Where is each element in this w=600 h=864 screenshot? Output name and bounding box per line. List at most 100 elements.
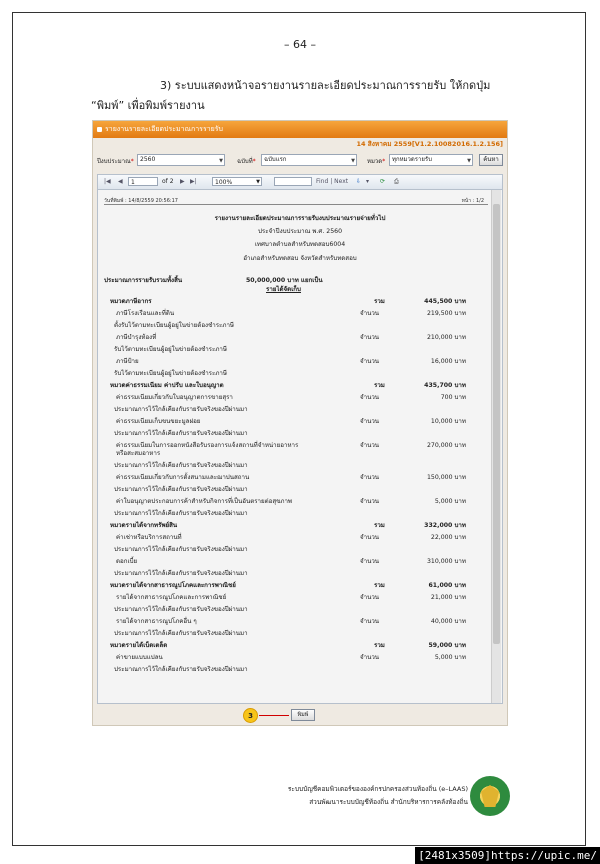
viewer-toolbar: |◀ ◀ 1 of 2 ▶ ▶| 100% ▼ Find | Next ⇩ ▾ ⟳… bbox=[98, 175, 502, 190]
row-amount: 310,000 บาท bbox=[426, 558, 466, 565]
row-amount: 219,500 บาท bbox=[426, 310, 466, 317]
item-name: ค่าธรรมเนียมเก็บขนขยะมูลฝอย bbox=[116, 418, 201, 425]
row-note: ประมาณการไว้ใกล้เคียงกับรายรับจริงของปีผ… bbox=[114, 570, 248, 577]
chevron-down-icon: ▼ bbox=[467, 158, 471, 164]
footer-system-name: ระบบบัญชีคอมพิวเตอร์ขององค์กรปกครองส่วนท… bbox=[287, 785, 468, 793]
printer-icon[interactable]: ⎙ bbox=[394, 177, 399, 187]
row-amount: 5,000 บาท bbox=[434, 498, 466, 505]
prev-page-icon[interactable]: ◀ bbox=[118, 177, 123, 187]
row-label: จำนวน bbox=[360, 442, 380, 449]
item-name: ค่าขายแบบแปลน bbox=[116, 654, 163, 661]
row-note: ตั้งรับไว้ตามทะเบียนผู้อยู่ในข่ายต้องชำร… bbox=[114, 322, 235, 329]
report-viewer: |◀ ◀ 1 of 2 ▶ ▶| 100% ▼ Find | Next ⇩ ▾ ⟳… bbox=[97, 174, 503, 704]
row-label: รวม bbox=[374, 642, 385, 649]
year-select[interactable]: 2560 ▼ bbox=[137, 154, 225, 166]
version-label: 14 สิงหาคม 2559[V1.2.10082016.1.2.156] bbox=[356, 140, 503, 148]
filter-bar: ปีงบประมาณ* 2560 ▼ ฉบับที่* ฉบับแรก ▼ หมวด… bbox=[97, 154, 503, 168]
row-amount: 270,000 บาท bbox=[426, 442, 466, 449]
garuda-emblem-icon bbox=[481, 785, 499, 807]
instruction-line-2: “พิมพ์” เพื่อพิมพ์รายงาน bbox=[91, 99, 205, 112]
department-logo bbox=[470, 776, 510, 816]
row-amount: 21,000 บาท bbox=[430, 594, 466, 601]
chevron-down-icon: ▼ bbox=[351, 158, 355, 164]
row-amount: 61,000 บาท bbox=[428, 582, 466, 589]
scroll-thumb[interactable] bbox=[493, 204, 500, 644]
row-amount: 435,700 บาท bbox=[424, 382, 466, 389]
row-amount: 16,000 บาท bbox=[430, 358, 466, 365]
row-label: จำนวน bbox=[360, 558, 380, 565]
item-name: ภาษีบำรุงท้องที่ bbox=[116, 334, 157, 341]
row-label: จำนวน bbox=[360, 654, 380, 661]
print-area: 3 พิมพ์ bbox=[97, 707, 503, 723]
window-title-bar: รายงานรายละเอียดประมาณการรายรับ bbox=[93, 121, 507, 138]
item-name: ค่าใบอนุญาตประกอบการค้าสำหรับกิจการที่เป… bbox=[116, 498, 293, 505]
chevron-down-icon: ▼ bbox=[256, 179, 260, 185]
row-amount: 59,000 บาท bbox=[428, 642, 466, 649]
print-button[interactable]: พิมพ์ bbox=[291, 709, 315, 721]
item-name: รายได้จากสาธารณูปโภคอื่น ๆ bbox=[116, 618, 197, 625]
total-value: 50,000,000 บาท แยกเป็น bbox=[246, 277, 323, 284]
row-label: จำนวน bbox=[360, 358, 380, 365]
row-amount: 5,000 บาท bbox=[434, 654, 466, 661]
category-name: หมวดค่าธรรมเนียม ค่าปรับ และใบอนุญาต bbox=[110, 382, 224, 389]
category-select[interactable]: ทุกหมวดรายรับ ▼ bbox=[389, 154, 473, 166]
item-name: ดอกเบี้ย bbox=[116, 558, 138, 565]
row-note: ประมาณการไว้ใกล้เคียงกับรายรับจริงของปีผ… bbox=[114, 486, 248, 493]
row-note: ประมาณการไว้ใกล้เคียงกับรายรับจริงของปีผ… bbox=[114, 666, 248, 673]
row-note: ประมาณการไว้ใกล้เคียงกับรายรับจริงของปีผ… bbox=[114, 606, 248, 613]
callout-arrow bbox=[259, 715, 289, 716]
report-org: เทศบาลตำบลสำหรับทดสอบ6004 bbox=[254, 241, 346, 248]
row-amount: 445,500 บาท bbox=[424, 298, 466, 305]
item-name: รายได้จากสาธารณูปโภคและการพาณิชย์ bbox=[116, 594, 227, 601]
report-fiscal-year: ประจำปีงบประมาณ พ.ศ. 2560 bbox=[257, 228, 343, 235]
row-amount: 22,000 บาท bbox=[430, 534, 466, 541]
next-page-icon[interactable]: ▶ bbox=[180, 177, 185, 187]
report-location: อำเภอสำหรับทดสอบ จังหวัดสำหรับทดสอบ bbox=[243, 255, 357, 262]
item-name: ภาษีป้าย bbox=[116, 358, 139, 365]
total-label: ประมาณการรายรับรวมทั้งสิ้น bbox=[104, 277, 183, 284]
find-next-link[interactable]: Find | Next bbox=[316, 177, 348, 187]
row-label: รวม bbox=[374, 382, 385, 389]
edition-select[interactable]: ฉบับแรก ▼ bbox=[261, 154, 357, 166]
row-label: รวม bbox=[374, 522, 385, 529]
category-name: หมวดภาษีอากร bbox=[110, 298, 152, 305]
search-button[interactable]: ค้นหา bbox=[479, 154, 503, 166]
footer-department: ส่วนพัฒนาระบบบัญชีท้องถิ่น สำนักบริหารกา… bbox=[309, 798, 468, 806]
row-amount: 10,000 บาท bbox=[430, 418, 466, 425]
row-note: ประมาณการไว้ใกล้เคียงกับรายรับจริงของปีผ… bbox=[114, 430, 248, 437]
item-name: ค่าธรรมเนียมเกี่ยวกับใบอนุญาตการขายสุรา bbox=[116, 394, 233, 401]
row-note: ประมาณการไว้ใกล้เคียงกับรายรับจริงของปีผ… bbox=[114, 546, 248, 553]
row-label: จำนวน bbox=[360, 394, 380, 401]
item-name: ภาษีโรงเรือนและที่ดิน bbox=[116, 310, 175, 317]
item-name: ค่าเช่าหรือบริการสถานที่ bbox=[116, 534, 182, 541]
row-label: จำนวน bbox=[360, 594, 380, 601]
page-input[interactable]: 1 bbox=[128, 177, 158, 186]
category-name: หมวดรายได้เบ็ดเตล็ด bbox=[110, 642, 168, 649]
row-label: จำนวน bbox=[360, 498, 380, 505]
viewer-scrollbar[interactable] bbox=[491, 190, 501, 703]
chevron-down-icon: ▼ bbox=[219, 158, 223, 164]
chevron-down-icon[interactable]: ▾ bbox=[366, 177, 369, 187]
report-screenshot: รายงานรายละเอียดประมาณการรายรับ 14 สิงหา… bbox=[92, 120, 508, 726]
last-page-icon[interactable]: ▶| bbox=[190, 177, 197, 187]
find-input[interactable] bbox=[274, 177, 312, 186]
zoom-select[interactable]: 100% ▼ bbox=[212, 177, 262, 186]
category-label: หมวด* bbox=[367, 158, 386, 165]
item-name: ค่าธรรมเนียมเกี่ยวกับการตั้งสนามและฌาปนส… bbox=[116, 474, 250, 481]
row-label: จำนวน bbox=[360, 310, 380, 317]
refresh-icon[interactable]: ⟳ bbox=[380, 177, 385, 187]
row-amount: 210,000 บาท bbox=[426, 334, 466, 341]
export-icon[interactable]: ⇩ bbox=[356, 177, 361, 187]
category-name: หมวดรายได้จากทรัพย์สิน bbox=[110, 522, 178, 529]
report-heading: รายงานรายละเอียดประมาณการรายรับงบประมาณร… bbox=[214, 215, 386, 222]
row-label: จำนวน bbox=[360, 534, 380, 541]
row-label: รวม bbox=[374, 582, 385, 589]
row-note: รับไว้ตามทะเบียนผู้อยู่ในข่ายต้องชำระภาษ… bbox=[114, 346, 227, 353]
instruction-line-1: 3) ระบบแสดงหน้าจอรายงานรายละเอียดประมาณก… bbox=[160, 79, 491, 92]
row-label: จำนวน bbox=[360, 618, 380, 625]
first-page-icon[interactable]: |◀ bbox=[104, 177, 111, 187]
window-title: รายงานรายละเอียดประมาณการรายรับ bbox=[105, 125, 223, 133]
page-number: – 64 – bbox=[284, 38, 316, 51]
row-label: รวม bbox=[374, 298, 385, 305]
row-note: ประมาณการไว้ใกล้เคียงกับรายรับจริงของปีผ… bbox=[114, 510, 248, 517]
